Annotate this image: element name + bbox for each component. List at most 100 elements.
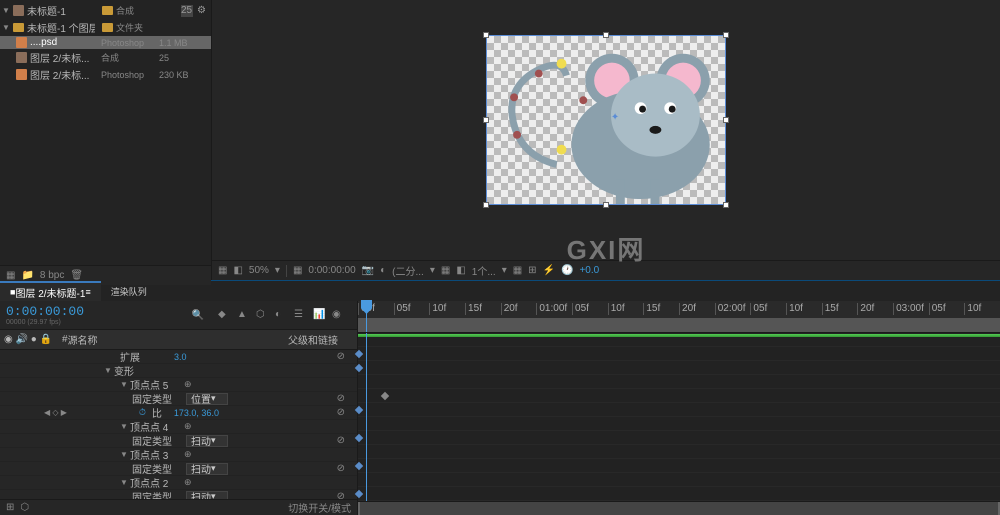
- time-ruler[interactable]: 00f05f10f15f20f01:00f05f10f15f20f02:00f0…: [358, 301, 1000, 333]
- stopwatch-icon[interactable]: ⊕: [184, 449, 197, 460]
- display-icon[interactable]: ◧: [456, 265, 465, 276]
- property-row-transform[interactable]: ▼ 变形: [0, 364, 357, 378]
- toggle-switches-icon[interactable]: ⬡: [20, 502, 29, 513]
- tree-item-comp[interactable]: 图层 2/未标... 合成 25: [0, 49, 211, 66]
- collapse-arrow-icon[interactable]: ▼: [120, 380, 130, 389]
- panel-menu-icon[interactable]: ⚙: [197, 5, 209, 17]
- graph-editor-icon[interactable]: 📊: [313, 309, 326, 322]
- eye-icon[interactable]: ◉: [4, 334, 13, 345]
- audio-icon[interactable]: 🔊: [16, 334, 28, 345]
- tree-root-row[interactable]: ▼ 未标题-1 合成 25 ⚙: [0, 2, 211, 19]
- time-navigator[interactable]: [358, 501, 1000, 515]
- vertex-type-dropdown[interactable]: 扫动 ▾: [186, 435, 228, 447]
- lock-icon[interactable]: 🔒: [40, 334, 52, 345]
- timeline-tab-render-queue[interactable]: 渲染队列: [101, 281, 157, 301]
- collapse-arrow-icon[interactable]: ▼: [120, 478, 130, 487]
- stopwatch-active-icon[interactable]: ⏱: [139, 407, 152, 418]
- track-row[interactable]: [358, 375, 1000, 389]
- expression-link-icon[interactable]: ⊘: [337, 351, 345, 362]
- display-icon[interactable]: ▦: [441, 265, 450, 276]
- expression-link-icon[interactable]: ⊘: [337, 463, 345, 474]
- tracks-container[interactable]: [358, 333, 1000, 501]
- collapse-arrow-icon[interactable]: ▼: [120, 450, 130, 459]
- property-row-vertex2[interactable]: ▼ 顶点点 2 ⊕: [0, 476, 357, 490]
- frame-blend-icon[interactable]: ◐: [275, 309, 288, 322]
- tree-folder-row[interactable]: ▼ 未标题-1 个图层 文件夹: [0, 19, 211, 36]
- display-icon[interactable]: ▦: [218, 265, 227, 276]
- vertex-type-dropdown[interactable]: 位置 ▾: [186, 393, 228, 405]
- track-row[interactable]: [358, 487, 1000, 501]
- collapse-arrow-icon[interactable]: ▼: [120, 422, 130, 431]
- toggle-switches-icon[interactable]: ⊞: [6, 502, 14, 513]
- timeline-tab-composition[interactable]: ■ 图层 2/未标题-1 ≡: [0, 281, 101, 301]
- vertex-type-dropdown[interactable]: 扫动 ▾: [186, 491, 228, 500]
- expression-link-icon[interactable]: ⊘: [337, 407, 345, 418]
- navigator-thumb[interactable]: [358, 502, 1000, 515]
- track-row[interactable]: [358, 431, 1000, 445]
- property-row-vertex3[interactable]: ▼ 顶点点 3 ⊕: [0, 448, 357, 462]
- playhead[interactable]: [366, 301, 367, 332]
- view-icon[interactable]: ⚡: [543, 265, 555, 276]
- search-icon[interactable]: 🔍: [192, 310, 204, 321]
- motion-blur-icon[interactable]: ☰: [294, 309, 307, 322]
- trash-icon[interactable]: 🗑: [70, 270, 83, 281]
- timeline-layer-panel: 0:00:00:00 00000 (29.97 fps) 🔍 ◆ ▲ ⬡ ◐ ☰…: [0, 301, 358, 515]
- preview-canvas[interactable]: ✦ GXI网: [212, 0, 1000, 260]
- vertex-type-dropdown[interactable]: 扫动 ▾: [186, 463, 228, 475]
- tree-item-psd[interactable]: ....psd Photoshop 1.1 MB: [0, 36, 211, 49]
- track-row[interactable]: [358, 403, 1000, 417]
- time-display[interactable]: 0:00:00:00: [308, 265, 355, 276]
- resolution-icon[interactable]: ▦: [293, 265, 302, 276]
- bpc-label[interactable]: 8 bpc: [40, 270, 64, 281]
- display-icon[interactable]: ◧: [233, 265, 242, 276]
- track-row[interactable]: [358, 473, 1000, 487]
- track-row[interactable]: [358, 389, 1000, 403]
- parent-link-header[interactable]: 父级和链接: [273, 332, 353, 347]
- source-name-header[interactable]: 源名称: [68, 332, 273, 347]
- expression-link-icon[interactable]: ⊘: [337, 491, 345, 499]
- collapse-arrow-icon[interactable]: ▼: [104, 366, 114, 375]
- track-row[interactable]: [358, 417, 1000, 431]
- work-area-bar[interactable]: [358, 318, 1000, 332]
- snapshot-icon[interactable]: 📷: [362, 265, 374, 276]
- stopwatch-icon[interactable]: ⊕: [184, 477, 197, 488]
- property-row-vertex5[interactable]: ▼ 顶点点 5 ⊕: [0, 378, 357, 392]
- camera-dropdown[interactable]: 1个...: [472, 263, 496, 278]
- view-icon[interactable]: ▦: [513, 265, 522, 276]
- toggle-switches-modes[interactable]: 切换开关/模式: [288, 500, 351, 515]
- current-timecode[interactable]: 0:00:00:00: [6, 304, 84, 319]
- hide-shy-icon[interactable]: ⬡: [256, 309, 269, 322]
- composition-mini-flowchart-icon[interactable]: ◆: [218, 309, 231, 322]
- track-row[interactable]: [358, 361, 1000, 375]
- brainstorm-icon[interactable]: ◉: [332, 309, 345, 322]
- track-row[interactable]: [358, 347, 1000, 361]
- property-row-fixedtype4[interactable]: 固定类型 扫动 ▾ ⊘: [0, 434, 357, 448]
- layer-duration-bar[interactable]: [358, 334, 1000, 337]
- stopwatch-icon[interactable]: ⊕: [184, 379, 197, 390]
- stopwatch-icon[interactable]: ⊕: [184, 421, 197, 432]
- canvas-bounds[interactable]: ✦: [486, 35, 726, 205]
- channel-icon[interactable]: ◐: [380, 265, 386, 276]
- expression-link-icon[interactable]: ⊘: [337, 435, 345, 446]
- draft-3d-icon[interactable]: ▲: [237, 309, 250, 322]
- property-row-vertex4[interactable]: ▼ 顶点点 4 ⊕: [0, 420, 357, 434]
- track-row[interactable]: [358, 445, 1000, 459]
- quality-dropdown[interactable]: (二分...: [392, 263, 424, 278]
- track-row[interactable]: [358, 459, 1000, 473]
- property-row-expand[interactable]: 扩展 3.0 ⊘: [0, 350, 357, 364]
- label-swatch-icon[interactable]: 25: [181, 5, 193, 17]
- property-row-ratio[interactable]: ◀ ◇ ▶ ⏱ 比 173.0, 36.0 ⊘: [0, 406, 357, 420]
- new-composition-icon[interactable]: ▦: [6, 270, 15, 281]
- expand-arrow-icon[interactable]: ▼: [2, 6, 10, 15]
- track-row[interactable]: [358, 333, 1000, 347]
- expand-arrow-icon[interactable]: ▼: [2, 23, 10, 32]
- keyframe-icon[interactable]: [381, 392, 389, 400]
- tree-item-psd2[interactable]: 图层 2/未标... Photoshop 230 KB: [0, 66, 211, 83]
- new-folder-icon[interactable]: 📁: [21, 270, 33, 281]
- property-row-fixedtype[interactable]: 固定类型 位置 ▾ ⊘: [0, 392, 357, 406]
- property-row-fixedtype3[interactable]: 固定类型 扫动 ▾ ⊘: [0, 462, 357, 476]
- expression-link-icon[interactable]: ⊘: [337, 393, 345, 404]
- zoom-value[interactable]: 50%: [249, 265, 269, 276]
- property-row-fixedtype2[interactable]: 固定类型 扫动 ▾ ⊘: [0, 490, 357, 499]
- view-icon[interactable]: ⊞: [528, 265, 536, 276]
